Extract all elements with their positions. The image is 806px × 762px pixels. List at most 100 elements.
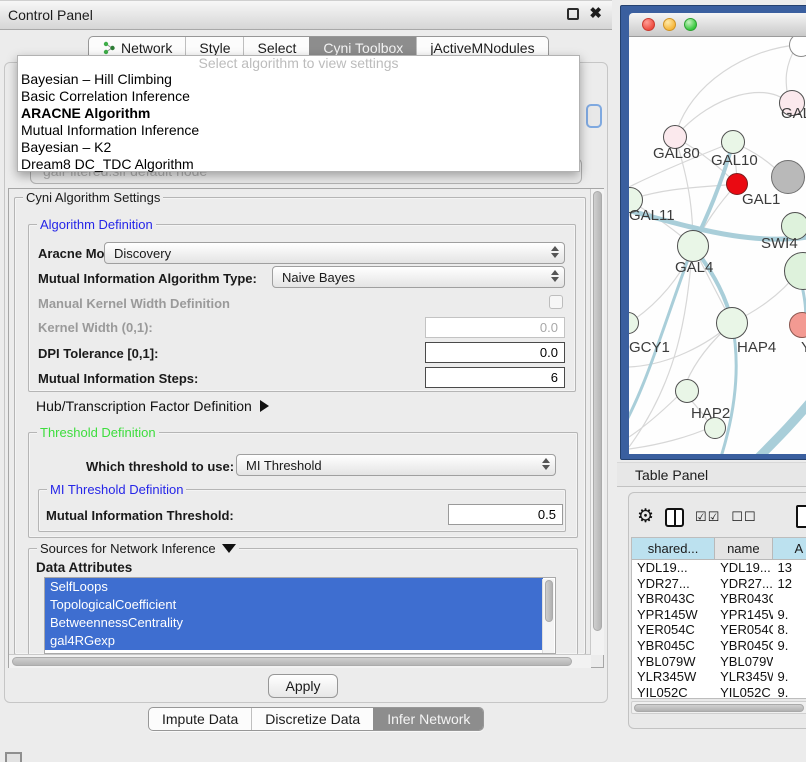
tab-network-label: Network: [121, 40, 172, 56]
table-toolbar: ⚙ ☑☑ ☐☐: [637, 503, 806, 531]
select-all-icon[interactable]: ☑☑: [695, 509, 720, 525]
minimize-window-icon[interactable]: [663, 18, 676, 31]
algorithm-definition-title: Algorithm Definition: [37, 217, 156, 232]
node-label: GAL1: [742, 191, 780, 208]
control-panel-title: Control Panel: [0, 7, 93, 23]
table-row[interactable]: YIL052C YIL052C 9.: [632, 685, 806, 699]
dpi-tolerance-input[interactable]: 0.0: [425, 342, 565, 363]
deselect-all-icon[interactable]: ☐☐: [731, 509, 756, 525]
table-panel: ⚙ ☑☑ ☐☐ shared... name A YDL19... YDL19.…: [628, 492, 806, 729]
expander-collapsed-icon: [260, 400, 269, 412]
list-scrollbar[interactable]: [542, 579, 554, 654]
mi-steps-input[interactable]: 6: [425, 367, 565, 388]
cyni-algorithm-settings-title: Cyni Algorithm Settings: [23, 190, 163, 205]
screenshot-root: Control Panel ✖ Network Style Select Cyn…: [0, 0, 806, 762]
network-view-window[interactable]: GAL GAL80 GAL10 GAL1 GAL11 SWI4 GAL4 GCY…: [620, 5, 806, 460]
tab-discretize-data[interactable]: Discretize Data: [251, 708, 373, 730]
control-panel-titlebar: Control Panel ✖: [0, 0, 612, 30]
manual-kernel-width-label: Manual Kernel Width Definition: [38, 296, 230, 311]
node-label: HAP2: [691, 405, 730, 422]
settings-vertical-scrollbar[interactable]: [590, 189, 604, 655]
table-row[interactable]: YBR045C YBR045C 9.: [632, 638, 806, 654]
node-label: GAL80: [653, 145, 700, 162]
table-row[interactable]: YDR27... YDR27... 12: [632, 576, 806, 592]
network-node-gal10[interactable]: [721, 130, 745, 154]
node-label: Y: [801, 339, 806, 356]
table-row[interactable]: YDL19... YDL19... 13: [632, 560, 806, 576]
manual-kernel-width-checkbox[interactable]: [549, 295, 563, 309]
hub-tf-definition-expander[interactable]: Hub/Transcription Factor Definition: [36, 398, 269, 414]
network-node-gal4[interactable]: [677, 230, 709, 262]
mi-algorithm-type-label: Mutual Information Algorithm Type:: [38, 271, 257, 286]
network-node-hap2[interactable]: [675, 379, 699, 403]
algorithm-option-selected[interactable]: ARACNE Algorithm: [18, 105, 579, 122]
column-header-shared-name[interactable]: shared...: [632, 538, 715, 560]
algorithm-option[interactable]: Basic Correlation Inference: [18, 88, 579, 105]
combo-stepper-icon: [551, 270, 559, 282]
algorithm-option[interactable]: Dream8 DC_TDC Algorithm: [18, 156, 579, 173]
node-label: HAP4: [737, 339, 776, 356]
apply-button[interactable]: Apply: [268, 674, 338, 698]
expander-expanded-icon: [222, 544, 236, 553]
column-header-clipped[interactable]: A: [773, 538, 806, 560]
table-row[interactable]: YLR345W YLR345W 9.: [632, 669, 806, 685]
close-panel-icon[interactable]: ✖: [589, 8, 602, 20]
table-row[interactable]: YBL079W YBL079W: [632, 654, 806, 670]
settings-horizontal-scrollbar[interactable]: [9, 654, 591, 668]
mi-algorithm-type-combobox[interactable]: Naive Bayes: [272, 266, 565, 288]
data-attributes-list[interactable]: SelfLoops TopologicalCoefficient Between…: [44, 577, 556, 654]
algorithm-option[interactable]: Mutual Information Inference: [18, 122, 579, 139]
node-label: GAL11: [629, 207, 675, 224]
list-item-selected[interactable]: TopologicalCoefficient: [45, 596, 543, 614]
zoom-window-icon[interactable]: [684, 18, 697, 31]
kernel-width-label: Kernel Width (0,1):: [38, 320, 153, 335]
aracne-mode-combobox[interactable]: Discovery: [104, 242, 565, 264]
network-node-gray[interactable]: [771, 160, 805, 194]
network-node-hap4[interactable]: [716, 307, 748, 339]
algorithm-option[interactable]: Bayesian – K2: [18, 139, 579, 156]
float-panel-icon[interactable]: [567, 8, 579, 20]
table-header-row: shared... name A: [632, 538, 806, 560]
close-window-icon[interactable]: [642, 18, 655, 31]
table-panel-title: Table Panel: [635, 467, 708, 483]
node-table[interactable]: shared... name A YDL19... YDL19... 13 YD…: [631, 537, 806, 699]
combo-stepper-icon: [551, 246, 559, 258]
algorithm-option[interactable]: Bayesian – Hill Climbing: [18, 71, 579, 88]
table-row[interactable]: YER054C YER054C 8.: [632, 622, 806, 638]
node-label: GAL: [781, 105, 806, 122]
column-header-name[interactable]: name: [715, 538, 772, 560]
network-icon: [102, 41, 116, 55]
node-label: SWI4: [761, 235, 798, 252]
focused-combobox-fragment: [586, 104, 602, 128]
algorithm-dropdown-placeholder: Select algorithm to view settings: [18, 56, 579, 71]
table-panel-titlebar: Table Panel: [617, 462, 806, 487]
which-threshold-label: Which threshold to use:: [86, 459, 234, 474]
new-table-icon[interactable]: [796, 505, 806, 528]
minimized-panel-icon[interactable]: [5, 752, 22, 762]
table-row[interactable]: YBR043C YBR043C: [632, 591, 806, 607]
dpi-tolerance-label: DPI Tolerance [0,1]:: [38, 346, 158, 361]
algorithm-dropdown-popup: Select algorithm to view settings Bayesi…: [17, 55, 580, 172]
data-attributes-label: Data Attributes: [36, 560, 132, 575]
table-horizontal-scrollbar[interactable]: [631, 701, 806, 714]
sources-title: Sources for Network Inference: [37, 541, 239, 556]
mi-threshold-definition-title: MI Threshold Definition: [47, 482, 186, 497]
table-row[interactable]: YPR145W YPR145W 9.: [632, 607, 806, 623]
kernel-width-input[interactable]: 0.0: [425, 317, 565, 338]
list-item-selected[interactable]: BetweennessCentrality: [45, 614, 543, 632]
list-item-selected[interactable]: SelfLoops: [45, 578, 543, 596]
mi-threshold-input[interactable]: 0.5: [448, 504, 563, 525]
network-canvas[interactable]: GAL GAL80 GAL10 GAL1 GAL11 SWI4 GAL4 GCY…: [629, 37, 806, 454]
node-label: GAL10: [711, 152, 758, 169]
gear-icon[interactable]: ⚙: [637, 507, 654, 527]
tab-impute-data[interactable]: Impute Data: [149, 708, 251, 730]
tab-infer-network[interactable]: Infer Network: [373, 708, 483, 730]
node-label: GAL4: [675, 259, 713, 276]
cyni-bottom-tabbar: Impute Data Discretize Data Infer Networ…: [148, 707, 484, 731]
network-window-titlebar[interactable]: [629, 13, 806, 37]
which-threshold-combobox[interactable]: MI Threshold: [236, 454, 556, 476]
threshold-definition-title: Threshold Definition: [37, 425, 159, 440]
mi-steps-label: Mutual Information Steps:: [38, 371, 198, 386]
columns-icon[interactable]: [665, 508, 684, 527]
list-item-selected[interactable]: gal4RGexp: [45, 632, 543, 650]
